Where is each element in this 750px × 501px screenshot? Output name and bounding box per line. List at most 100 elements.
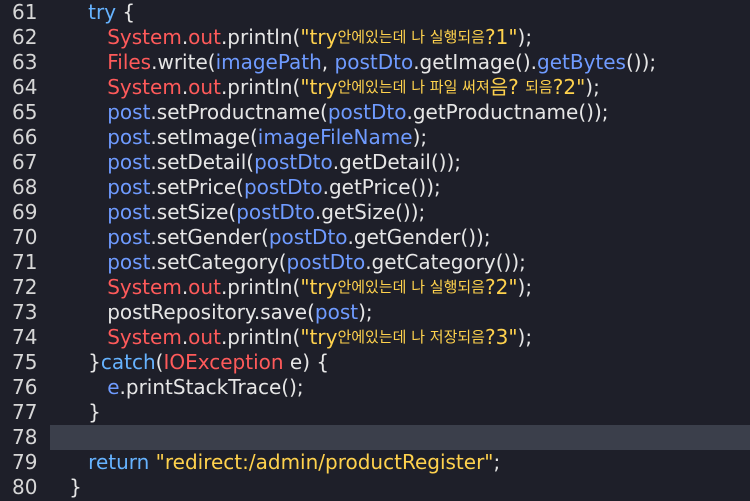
code-token: );: [517, 275, 533, 299]
code-token: post: [107, 100, 151, 124]
line-number: 70: [12, 225, 38, 249]
code-token: postDto: [334, 50, 414, 74]
code-token: .setDetail(: [150, 150, 255, 174]
code-line[interactable]: 76 e .printStackTrace();: [0, 375, 750, 400]
code-token: post: [107, 200, 151, 224]
code-text: System. out .println("try 안에있는데 나 실행되음 ?1");: [50, 25, 532, 50]
code-token: .getProductname());: [406, 100, 609, 124]
code-token: .setPrice(: [150, 175, 244, 199]
code-token: postDto: [236, 200, 315, 224]
code-token: out: [188, 25, 221, 49]
code-line[interactable]: 61 try {: [0, 0, 750, 25]
line-number: 64: [12, 75, 38, 99]
code-token: .getDetail());: [332, 150, 462, 174]
code-line[interactable]: 62 System. out .println("try 안에있는데 나 실행되음 ?1…: [0, 25, 750, 50]
code-token: ?2": [552, 75, 586, 99]
code-line[interactable]: 75 } catch(IOException e) {: [0, 350, 750, 375]
code-token: .println(: [220, 25, 301, 49]
code-token: .getPrice());: [322, 175, 441, 199]
code-line[interactable]: 73 postRepository.save(post);: [0, 300, 750, 325]
code-line[interactable]: 64 System. out .println("try 안에있는데 나 파일 써져 음…: [0, 75, 750, 100]
code-text: post .setPrice(postDto .getPrice());: [50, 175, 441, 200]
code-token: imagePath: [215, 50, 322, 74]
code-line[interactable]: 70 post .setGender(postDto .getGender());: [0, 225, 750, 250]
code-line[interactable]: 79 return "redirect:/admin/productRegist…: [0, 450, 750, 475]
line-number: 74: [12, 325, 38, 349]
code-token: postRepository.save(: [107, 300, 315, 324]
code-line[interactable]: 74 System. out .println("try 안에있는데 나 저장되음 ?3…: [0, 325, 750, 350]
code-token: 되음: [525, 78, 553, 96]
code-line[interactable]: 72 System. out .println("try 안에있는데 나 실행되음 ?2…: [0, 275, 750, 300]
code-token: ());: [625, 50, 657, 74]
code-token: post: [107, 150, 151, 174]
code-text: post .setGender(postDto .getGender());: [50, 225, 490, 250]
code-line[interactable]: 77 }: [0, 400, 750, 425]
code-token: IOException: [163, 350, 284, 374]
code-token: System: [107, 25, 182, 49]
code-token: post: [107, 225, 151, 249]
line-number: 61: [12, 0, 38, 24]
code-text: System. out .println("try 안에있는데 나 실행되음 ?2");: [50, 275, 532, 300]
code-token: "try: [300, 275, 338, 299]
code-line-current[interactable]: 78: [0, 425, 750, 450]
code-token: 안에있는데 나 파일 써져: [337, 78, 490, 96]
line-number: 68: [12, 175, 38, 199]
code-token: .setProductname(: [150, 100, 328, 124]
line-number: 72: [12, 275, 38, 299]
code-line[interactable]: 68 post .setPrice(postDto .getPrice());: [0, 175, 750, 200]
code-token: Files: [107, 50, 152, 74]
code-text: } catch(IOException e) {: [50, 350, 329, 375]
line-number: 67: [12, 150, 38, 174]
code-token: postDto: [327, 100, 407, 124]
code-line[interactable]: 71 post .setCategory(postDto .getCategory(…: [0, 250, 750, 275]
code-token: postDto: [268, 225, 348, 249]
code-token: e: [107, 375, 120, 399]
code-token: "redirect:/admin/productRegister": [155, 450, 494, 474]
code-editor[interactable]: 61 try {62 System. out .println("try 안에있는데 …: [0, 0, 750, 501]
code-token: e) {: [283, 350, 330, 374]
code-token: out: [188, 75, 221, 99]
code-line[interactable]: 66 post .setImage(imageFileName);: [0, 125, 750, 150]
code-line[interactable]: 80 }: [0, 475, 750, 500]
code-text: post .setImage(imageFileName);: [50, 125, 427, 150]
code-line[interactable]: 63 Files .write(imagePath, postDto .getIma…: [0, 50, 750, 75]
code-text: System. out .println("try 안에있는데 나 파일 써져 음? 되…: [50, 75, 600, 100]
code-token: "try: [300, 25, 338, 49]
code-token: .write(: [151, 50, 216, 74]
line-number: 62: [12, 25, 38, 49]
code-token: "try: [300, 325, 338, 349]
code-token: .getImage().: [413, 50, 537, 74]
line-number: 79: [12, 450, 38, 474]
code-line[interactable]: 65 post .setProductname(postDto .getProduc…: [0, 100, 750, 125]
code-text: try {: [50, 0, 135, 25]
line-number: 65: [12, 100, 38, 124]
code-token: post: [107, 125, 151, 149]
code-text: post .setProductname(postDto .getProductna…: [50, 100, 609, 125]
code-line[interactable]: 67 post .setDetail(postDto .getDetail());: [0, 150, 750, 175]
line-number: 75: [12, 350, 38, 374]
code-token: postDto: [286, 250, 366, 274]
code-text: return "redirect:/admin/productRegister"…: [50, 450, 500, 475]
code-text: }: [50, 400, 101, 425]
code-token: .getSize());: [314, 200, 426, 224]
code-token: System: [107, 275, 182, 299]
code-token: .printStackTrace();: [119, 375, 304, 399]
code-token: }: [88, 350, 101, 374]
line-number: 66: [12, 125, 38, 149]
line-number: 78: [0, 425, 50, 450]
line-number: 80: [12, 475, 38, 499]
code-token: .println(: [220, 325, 301, 349]
line-number: 71: [12, 250, 38, 274]
code-line[interactable]: 69 post .setSize(postDto .getSize());: [0, 200, 750, 225]
code-token: .getCategory());: [365, 250, 526, 274]
